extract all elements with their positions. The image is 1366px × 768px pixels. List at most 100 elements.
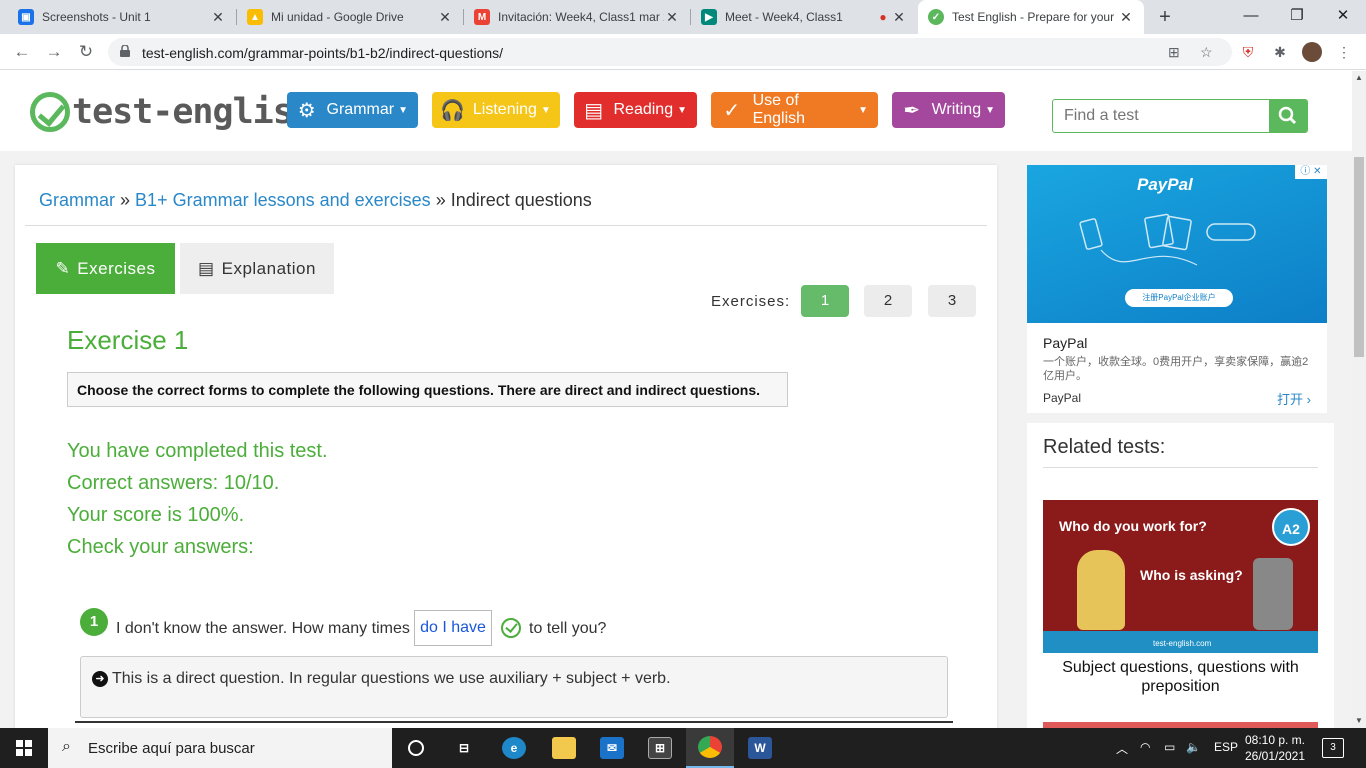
taskbar-app-mail[interactable]: ✉: [588, 728, 636, 768]
divider: [1043, 467, 1318, 468]
question-text-after: to tell you?: [529, 620, 607, 637]
reload-button[interactable]: ↻: [74, 40, 98, 64]
menu-use-of-english-button[interactable]: ✓ Use of English ▼: [711, 92, 878, 128]
taskbar-clock[interactable]: 08:10 p. m. 26/01/2021: [1240, 732, 1310, 764]
related-tests-panel: Related tests: Who do you work for? Who …: [1027, 423, 1334, 728]
advertisement[interactable]: PayPal 注册PayPal企业账户 ⓘ ✕ PayPal 一个账户，收款全球…: [1027, 165, 1327, 413]
browser-tab-active[interactable]: ✓ Test English - Prepare for your ✕: [918, 0, 1144, 34]
extensions-puzzle-icon[interactable]: ✱: [1270, 42, 1290, 62]
breadcrumb-link-b1-lessons[interactable]: B1+ Grammar lessons and exercises: [135, 190, 431, 210]
close-window-button[interactable]: ✕: [1320, 0, 1366, 34]
minimize-button[interactable]: —: [1228, 0, 1274, 34]
tab-exercises[interactable]: ✎ Exercises: [36, 243, 175, 294]
back-button[interactable]: ←: [10, 40, 34, 64]
menu-writing-button[interactable]: ✒ Writing ▼: [892, 92, 1005, 128]
maximize-button[interactable]: ❐: [1274, 0, 1320, 34]
browser-tab[interactable]: ▣ Screenshots - Unit 1 ✕: [8, 0, 236, 34]
close-tab-icon[interactable]: ✕: [1118, 9, 1134, 26]
menu-reading-button[interactable]: ▤ Reading ▼: [574, 92, 697, 128]
profile-avatar[interactable]: [1302, 42, 1322, 62]
menu-listening-button[interactable]: 🎧 Listening ▼: [432, 92, 560, 128]
forward-button[interactable]: →: [42, 40, 66, 64]
close-tab-icon[interactable]: ✕: [891, 9, 907, 26]
scroll-down-arrow-icon[interactable]: ▼: [1352, 714, 1366, 728]
divider: [25, 225, 987, 226]
search-icon: ⌕: [62, 738, 71, 755]
thumbnail-site-text: test-english.com: [1153, 639, 1212, 648]
wifi-icon[interactable]: ◠: [1140, 740, 1150, 754]
tab-title: Mi unidad - Google Drive: [271, 10, 404, 24]
task-view-icon: ⊟: [458, 741, 470, 755]
new-tab-button[interactable]: +: [1152, 4, 1178, 30]
close-tab-icon[interactable]: ✕: [210, 9, 226, 26]
extension-shield-icon[interactable]: ⛨: [1238, 42, 1258, 62]
ad-illustration: [1079, 213, 1256, 266]
exercise-2-button[interactable]: 2: [864, 285, 912, 317]
menu-label: Reading: [613, 101, 674, 118]
url-text: test-english.com/grammar-points/b1-b2/in…: [142, 45, 504, 61]
search-icon: [1278, 106, 1297, 125]
close-tab-icon[interactable]: ✕: [664, 9, 680, 26]
arrow-right-circle-icon: ➜: [92, 671, 108, 687]
search-input[interactable]: [1053, 100, 1271, 132]
pencil-icon: ✎: [55, 258, 71, 278]
related-test-thumbnail[interactable]: Who do you work for? Who is asking? A2 t…: [1043, 500, 1318, 653]
translate-icon[interactable]: ⊞: [1168, 44, 1180, 61]
ad-open-link[interactable]: 打开 ›: [1277, 389, 1311, 408]
search-button[interactable]: [1269, 99, 1307, 133]
windows-taskbar: ⌕ Escribe aquí para buscar ⊟ e ✉ ⊞ W ︿ ◠…: [0, 728, 1366, 768]
store-icon: ⊞: [648, 737, 672, 759]
browser-tab[interactable]: ▲ Mi unidad - Google Drive ✕: [237, 0, 463, 34]
exercise-1-button[interactable]: 1: [801, 285, 849, 317]
taskbar-app-chrome[interactable]: [686, 728, 734, 768]
answer-field[interactable]: do I have: [414, 610, 492, 646]
related-tests-heading: Related tests:: [1043, 436, 1166, 458]
notification-center-button[interactable]: 3: [1322, 738, 1344, 758]
browser-tab[interactable]: ▶ Meet - Week4, Class1 ● ✕: [691, 0, 917, 34]
show-hidden-icons-chevron-icon[interactable]: ︿: [1116, 740, 1128, 757]
gear-icon: ⚙: [297, 99, 316, 122]
menu-kebab-icon[interactable]: ⋮: [1334, 42, 1354, 62]
scrollbar-thumb[interactable]: [1354, 157, 1364, 357]
address-bar[interactable]: test-english.com/grammar-points/b1-b2/in…: [108, 38, 1232, 66]
tab-explanation[interactable]: ▤ Explanation: [180, 243, 334, 294]
scroll-up-arrow-icon[interactable]: ▲: [1352, 71, 1366, 85]
breadcrumb-current: Indirect questions: [450, 190, 592, 210]
tab-label: Explanation: [221, 258, 316, 278]
site-header: test-english ⚙ Grammar ▼ 🎧 Listening ▼ ▤…: [0, 71, 1352, 151]
battery-icon[interactable]: ▭: [1164, 740, 1175, 754]
level-badge: A2: [1272, 508, 1310, 546]
close-tab-icon[interactable]: ✕: [437, 9, 453, 26]
logo-text: test-english: [72, 92, 314, 132]
cortana-button[interactable]: [392, 728, 440, 768]
task-view-button[interactable]: ⊟: [440, 728, 488, 768]
google-drive-icon: ▲: [247, 9, 263, 25]
chevron-right-icon: ›: [1306, 392, 1311, 407]
bookmark-star-icon[interactable]: ☆: [1200, 44, 1213, 61]
browser-tab-strip: ▣ Screenshots - Unit 1 ✕ ▲ Mi unidad - G…: [0, 0, 1366, 34]
related-test-link[interactable]: Subject questions, questions with prepos…: [1043, 658, 1318, 696]
main-content-card: Grammar » B1+ Grammar lessons and exerci…: [15, 165, 997, 745]
mail-icon: ✉: [600, 737, 624, 759]
ad-close-icon[interactable]: ⓘ ✕: [1295, 165, 1327, 179]
volume-icon[interactable]: 🔈: [1186, 740, 1201, 754]
ad-cta-button[interactable]: 注册PayPal企业账户: [1125, 289, 1233, 307]
taskbar-app-store[interactable]: ⊞: [636, 728, 684, 768]
menu-grammar-button[interactable]: ⚙ Grammar ▼: [287, 92, 418, 128]
caret-down-icon: ▼: [677, 104, 687, 116]
taskbar-app-edge[interactable]: e: [490, 728, 538, 768]
breadcrumb-separator: »: [435, 190, 446, 210]
start-button[interactable]: [0, 728, 48, 768]
taskbar-search[interactable]: ⌕ Escribe aquí para buscar: [48, 728, 392, 768]
taskbar-app-word[interactable]: W: [736, 728, 784, 768]
answer-explanation: ➜ This is a direct question. In regular …: [80, 656, 948, 718]
breadcrumb-link-grammar[interactable]: Grammar: [39, 190, 115, 210]
ad-open-label: 打开: [1277, 392, 1304, 407]
page-scrollbar[interactable]: ▲ ▼: [1352, 71, 1366, 728]
taskbar-app-explorer[interactable]: [540, 728, 588, 768]
browser-tab[interactable]: M Invitación: Week4, Class1 mar 2 ✕: [464, 0, 690, 34]
language-indicator[interactable]: ESP: [1214, 740, 1238, 754]
exercise-3-button[interactable]: 3: [928, 285, 976, 317]
menu-label: Listening: [472, 101, 537, 118]
site-logo[interactable]: test-english: [30, 90, 314, 134]
